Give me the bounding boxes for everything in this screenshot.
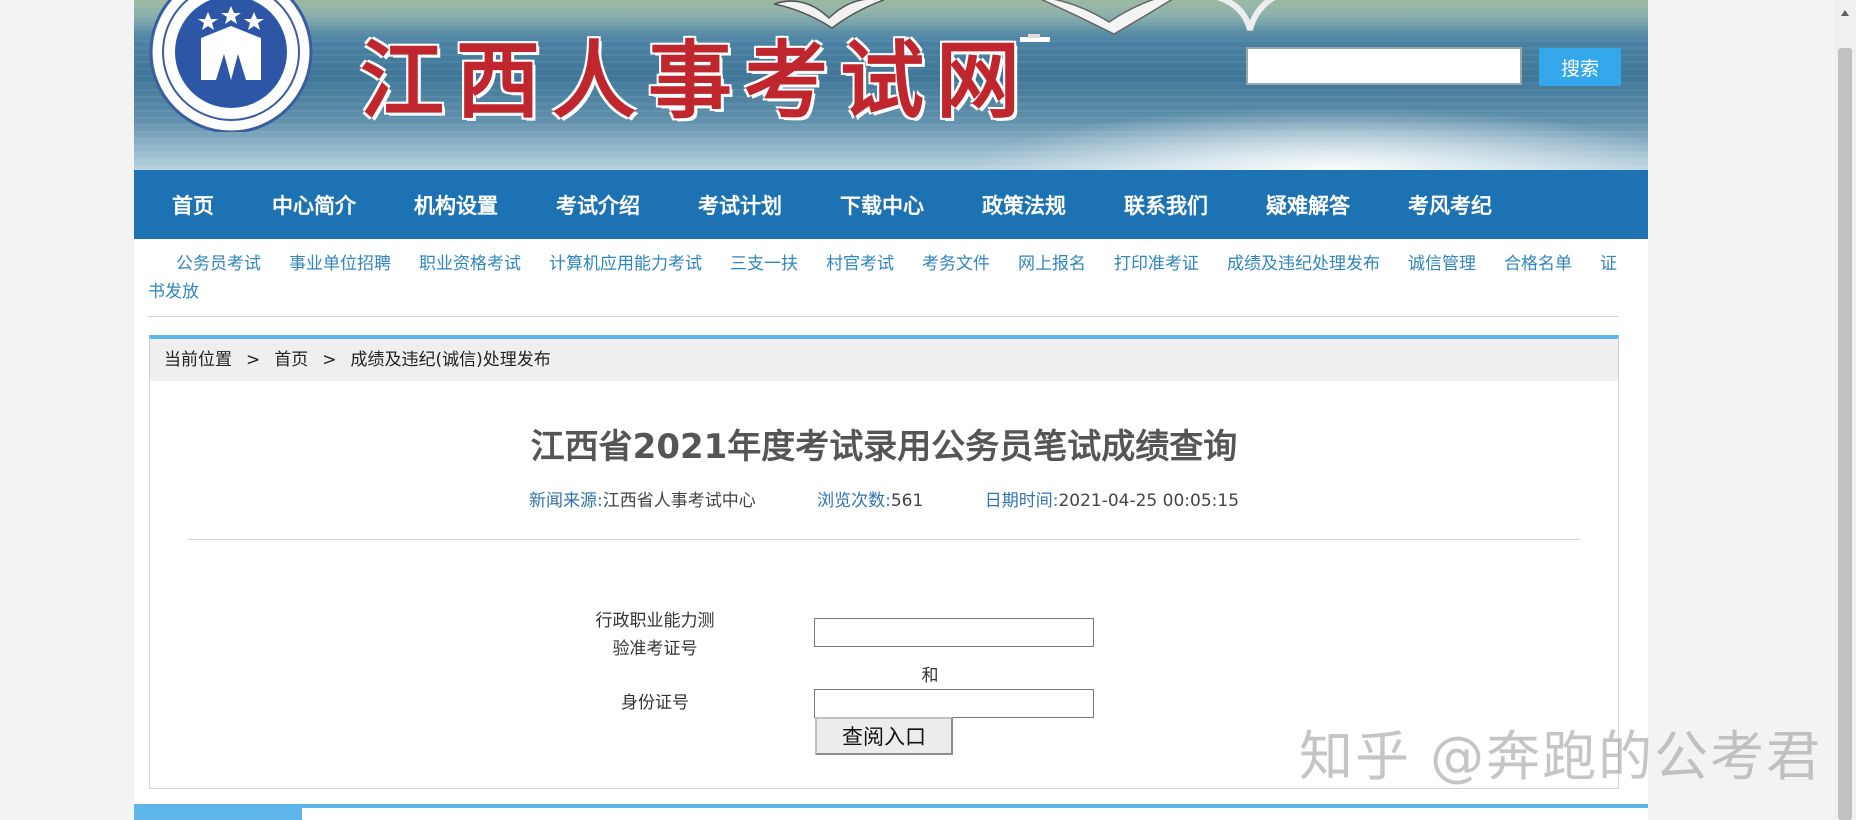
page: 江西人事考试网 搜索 首页 中心简介 机构设置 考试介绍 考试计划 下载中心 政… [134, 0, 1648, 820]
nav-item-downloads[interactable]: 下载中心 [840, 190, 924, 220]
footer-bar [134, 804, 1648, 808]
query-entry-button[interactable]: 查阅入口 [815, 717, 953, 755]
sub-nav-link-scores-violations[interactable]: 成绩及违纪处理发布 [1227, 254, 1380, 274]
scroll-up-arrow-icon[interactable] [1841, 10, 1849, 16]
views-label: 浏览次数: [817, 491, 891, 511]
meta-divider [188, 539, 1580, 540]
sub-nav-link-qualified-list[interactable]: 合格名单 [1504, 254, 1572, 274]
exam-number-label-line2: 验准考证号 [612, 639, 698, 659]
and-text: 和 [921, 666, 939, 686]
nav-item-exam-intro[interactable]: 考试介绍 [556, 190, 640, 220]
exam-number-label: 行政职业能力测 验准考证号 [580, 607, 730, 663]
sub-nav-link-sanzhi-yifu[interactable]: 三支一扶 [730, 254, 798, 274]
date-label: 日期时间: [984, 491, 1059, 511]
breadcrumb-separator: > [246, 350, 261, 370]
bird-image [1041, 0, 1173, 35]
scrollbar-thumb[interactable] [1838, 48, 1852, 820]
sub-nav-link-computer-skills[interactable]: 计算机应用能力考试 [549, 254, 702, 274]
nav-item-exam-discipline[interactable]: 考风考纪 [1408, 190, 1492, 220]
sub-nav-link-village-official[interactable]: 村官考试 [826, 254, 894, 274]
breadcrumb-home[interactable]: 首页 [274, 350, 308, 370]
sub-nav-link-print-admission[interactable]: 打印准考证 [1114, 254, 1199, 274]
article-title: 江西省2021年度考试录用公务员笔试成绩查询 [530, 427, 1238, 467]
nav-item-policies[interactable]: 政策法规 [982, 190, 1066, 220]
nav-item-home[interactable]: 首页 [172, 190, 214, 220]
sub-nav-link-online-registration[interactable]: 网上报名 [1018, 254, 1086, 274]
breadcrumb-current[interactable]: 成绩及违纪(诚信)处理发布 [351, 350, 551, 370]
exam-number-label-line1: 行政职业能力测 [595, 611, 715, 631]
date-value: 2021-04-25 00:05:15 [1058, 491, 1240, 511]
sub-nav-link-civil-servant[interactable]: 公务员考试 [176, 254, 261, 274]
search-input[interactable] [1246, 47, 1522, 85]
source-value: 江西省人事考试中心 [602, 491, 756, 511]
sub-nav-link-professional-qualification[interactable]: 职业资格考试 [419, 254, 521, 274]
id-number-field[interactable] [814, 689, 1094, 718]
sub-nav: 公务员考试 事业单位招聘 职业资格考试 计算机应用能力考试 三支一扶 村官考试 考务文件 网上… [148, 250, 1618, 306]
views-value: 561 [890, 491, 924, 511]
sub-nav-link-public-institution[interactable]: 事业单位招聘 [289, 254, 391, 274]
bird-image [1216, 0, 1276, 31]
footer-tab [134, 808, 302, 820]
nav-item-faq[interactable]: 疑难解答 [1266, 190, 1350, 220]
article-meta: 新闻来源:江西省人事考试中心 浏览次数:561 日期时间:2021-04-25 … [150, 486, 1618, 511]
nav-item-contact[interactable]: 联系我们 [1124, 190, 1208, 220]
watermark-text: 知乎 @奔跑的公考君 [1299, 725, 1823, 788]
nav-item-exam-plan[interactable]: 考试计划 [698, 190, 782, 220]
divider [148, 316, 1618, 317]
search-button[interactable]: 搜索 [1539, 48, 1621, 86]
header-banner: 江西人事考试网 搜索 [134, 0, 1648, 170]
id-number-label: 身份证号 [621, 693, 689, 713]
source-label: 新闻来源: [528, 491, 603, 511]
main-nav: 首页 中心简介 机构设置 考试介绍 考试计划 下载中心 政策法规 联系我们 疑难… [134, 170, 1648, 239]
scrollbar[interactable] [1834, 0, 1856, 820]
exam-number-field[interactable] [814, 618, 1094, 647]
sub-nav-link-credit-management[interactable]: 诚信管理 [1408, 254, 1476, 274]
breadcrumb-separator: > [322, 350, 337, 370]
nav-item-organization[interactable]: 机构设置 [414, 190, 498, 220]
logo-icon [149, 0, 313, 132]
site-title: 江西人事考试网 [360, 31, 1033, 130]
breadcrumb-prefix: 当前位置 [164, 350, 232, 370]
sub-nav-link-exam-documents[interactable]: 考务文件 [922, 254, 990, 274]
nav-item-center-intro[interactable]: 中心简介 [272, 190, 356, 220]
breadcrumb: 当前位置 > 首页 > 成绩及违纪(诚信)处理发布 [150, 339, 1618, 381]
